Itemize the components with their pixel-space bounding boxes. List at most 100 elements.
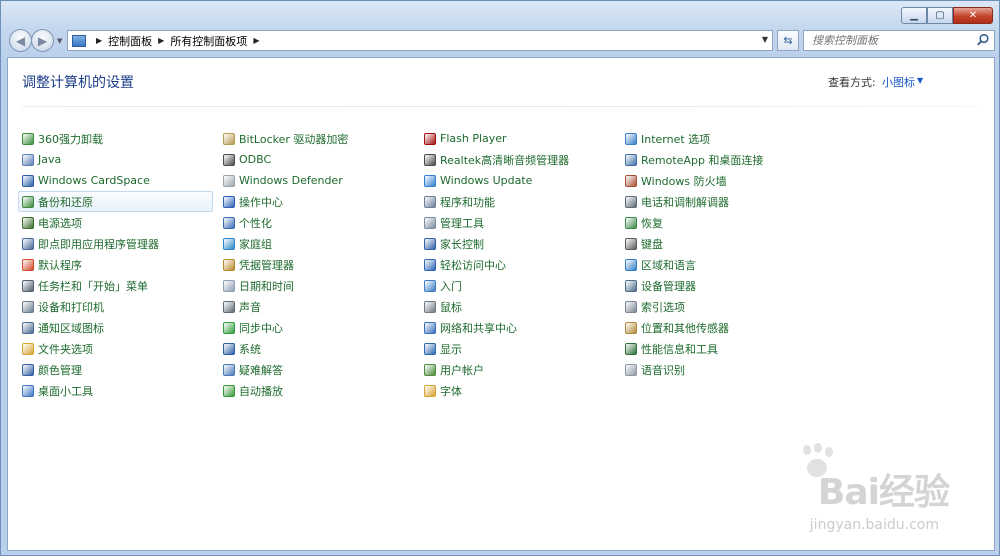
chevron-down-icon[interactable]: ▼ [917,76,923,85]
item-label: 键盘 [641,237,663,251]
control-panel-item[interactable]: 任务栏和「开始」菜单 [22,275,222,296]
item-label: 电话和调制解调器 [641,195,729,209]
control-panel-item[interactable]: 鼠标 [424,296,624,317]
control-panel-item[interactable]: 操作中心 [223,191,423,212]
control-panel-item[interactable]: 即点即用应用程序管理器 [22,233,222,254]
control-panel-item[interactable]: 电话和调制解调器 [625,191,825,212]
refresh-icon: ⇆ [783,34,793,47]
maximize-icon: ▢ [935,10,945,21]
item-label: 通知区域图标 [38,321,104,335]
control-panel-item[interactable]: 通知区域图标 [22,317,222,338]
control-panel-item[interactable]: 桌面小工具 [22,380,222,401]
control-panel-item[interactable]: 用户帐户 [424,359,624,380]
control-panel-item[interactable]: 360强力卸载 [22,128,222,149]
autoplay-icon [223,384,235,397]
control-panel-item[interactable]: RemoteApp 和桌面连接 [625,149,825,170]
item-label: Windows Defender [239,174,343,187]
control-panel-item[interactable]: 凭据管理器 [223,254,423,275]
app-manager-icon [22,237,34,250]
control-panel-item[interactable]: 系统 [223,338,423,359]
display-icon [424,342,436,355]
control-panel-item[interactable]: 同步中心 [223,317,423,338]
getting-started-icon [424,279,436,292]
control-panel-item[interactable]: 疑难解答 [223,359,423,380]
breadcrumb-all-items[interactable]: 所有控制面板项 [170,33,247,49]
system-icon [223,342,235,355]
control-panel-item[interactable]: 日期和时间 [223,275,423,296]
control-panel-item[interactable]: 显示 [424,338,624,359]
item-label: 自动播放 [239,384,283,398]
internet-options-icon [625,132,637,145]
control-panel-item[interactable]: 索引选项 [625,296,825,317]
keyboard-icon [625,237,637,250]
control-panel-item[interactable]: ODBC [223,149,423,170]
control-panel-item[interactable]: 字体 [424,380,624,401]
item-label: 轻松访问中心 [440,258,506,272]
programs-icon [424,195,436,208]
control-panel-item[interactable]: 键盘 [625,233,825,254]
parental-icon [424,237,436,250]
control-panel-item[interactable]: 管理工具 [424,212,624,233]
refresh-button[interactable]: ⇆ [777,30,799,51]
control-panel-item[interactable]: 设备和打印机 [22,296,222,317]
control-panel-item[interactable]: Windows CardSpace [22,170,222,191]
clock-icon [223,279,235,292]
breadcrumb-separator-icon[interactable]: ▶ [158,36,164,45]
gadgets-icon [22,384,34,397]
control-panel-item[interactable]: Windows Defender [223,170,423,191]
item-label: 性能信息和工具 [641,342,718,356]
address-dropdown-icon[interactable]: ▼ [762,35,768,44]
recent-pages-dropdown[interactable]: ▼ [57,37,62,45]
control-panel-item[interactable]: 轻松访问中心 [424,254,624,275]
item-label: 设备和打印机 [38,300,104,314]
control-panel-item[interactable]: BitLocker 驱动器加密 [223,128,423,149]
back-arrow-icon: ◀ [15,33,26,48]
back-button[interactable]: ◀ [9,29,32,52]
control-panel-item[interactable]: 颜色管理 [22,359,222,380]
control-panel-item[interactable]: 家庭组 [223,233,423,254]
control-panel-item[interactable]: 默认程序 [22,254,222,275]
forward-arrow-icon: ▶ [37,33,48,48]
view-by-dropdown[interactable]: 小图标 [882,74,915,90]
item-label: 语音识别 [641,363,685,377]
breadcrumb-separator-icon[interactable]: ▶ [96,36,102,45]
minimize-button[interactable]: ▁ [901,7,927,24]
address-bar[interactable]: ▶ 控制面板 ▶ 所有控制面板项 ▶ ▼ [67,30,773,51]
control-panel-item[interactable]: Internet 选项 [625,128,825,149]
control-panel-item[interactable]: 声音 [223,296,423,317]
control-panel-item[interactable]: 位置和其他传感器 [625,317,825,338]
control-panel-item[interactable]: 性能信息和工具 [625,338,825,359]
item-label: 设备管理器 [641,279,696,293]
header-divider [22,106,980,107]
forward-button[interactable]: ▶ [31,29,54,52]
control-panel-item[interactable]: 网络和共享中心 [424,317,624,338]
search-icon[interactable] [976,33,990,47]
item-label: 疑难解答 [239,363,283,377]
control-panel-item[interactable]: Java [22,149,222,170]
control-panel-item[interactable]: 家长控制 [424,233,624,254]
breadcrumb-separator-icon[interactable]: ▶ [253,36,259,45]
control-panel-item[interactable]: 自动播放 [223,380,423,401]
close-button[interactable]: ✕ [953,7,993,24]
control-panel-item[interactable]: 恢复 [625,212,825,233]
recovery-icon [625,216,637,229]
device-manager-icon [625,279,637,292]
control-panel-item[interactable]: 程序和功能 [424,191,624,212]
maximize-button[interactable]: ▢ [927,7,953,24]
search-box[interactable] [803,30,995,51]
control-panel-item[interactable]: Windows 防火墙 [625,170,825,191]
control-panel-item[interactable]: Realtek高清晰音频管理器 [424,149,624,170]
control-panel-item[interactable]: 入门 [424,275,624,296]
control-panel-item[interactable]: 个性化 [223,212,423,233]
search-input[interactable] [804,33,974,48]
control-panel-item[interactable]: Windows Update [424,170,624,191]
control-panel-item[interactable]: Flash Player [424,128,624,149]
control-panel-item[interactable]: 语音识别 [625,359,825,380]
control-panel-item[interactable]: 区域和语言 [625,254,825,275]
breadcrumb-control-panel[interactable]: 控制面板 [108,33,152,49]
control-panel-item[interactable]: 备份和还原 [18,191,213,212]
control-panel-icon [72,34,86,47]
control-panel-item[interactable]: 电源选项 [22,212,222,233]
control-panel-item[interactable]: 设备管理器 [625,275,825,296]
control-panel-item[interactable]: 文件夹选项 [22,338,222,359]
